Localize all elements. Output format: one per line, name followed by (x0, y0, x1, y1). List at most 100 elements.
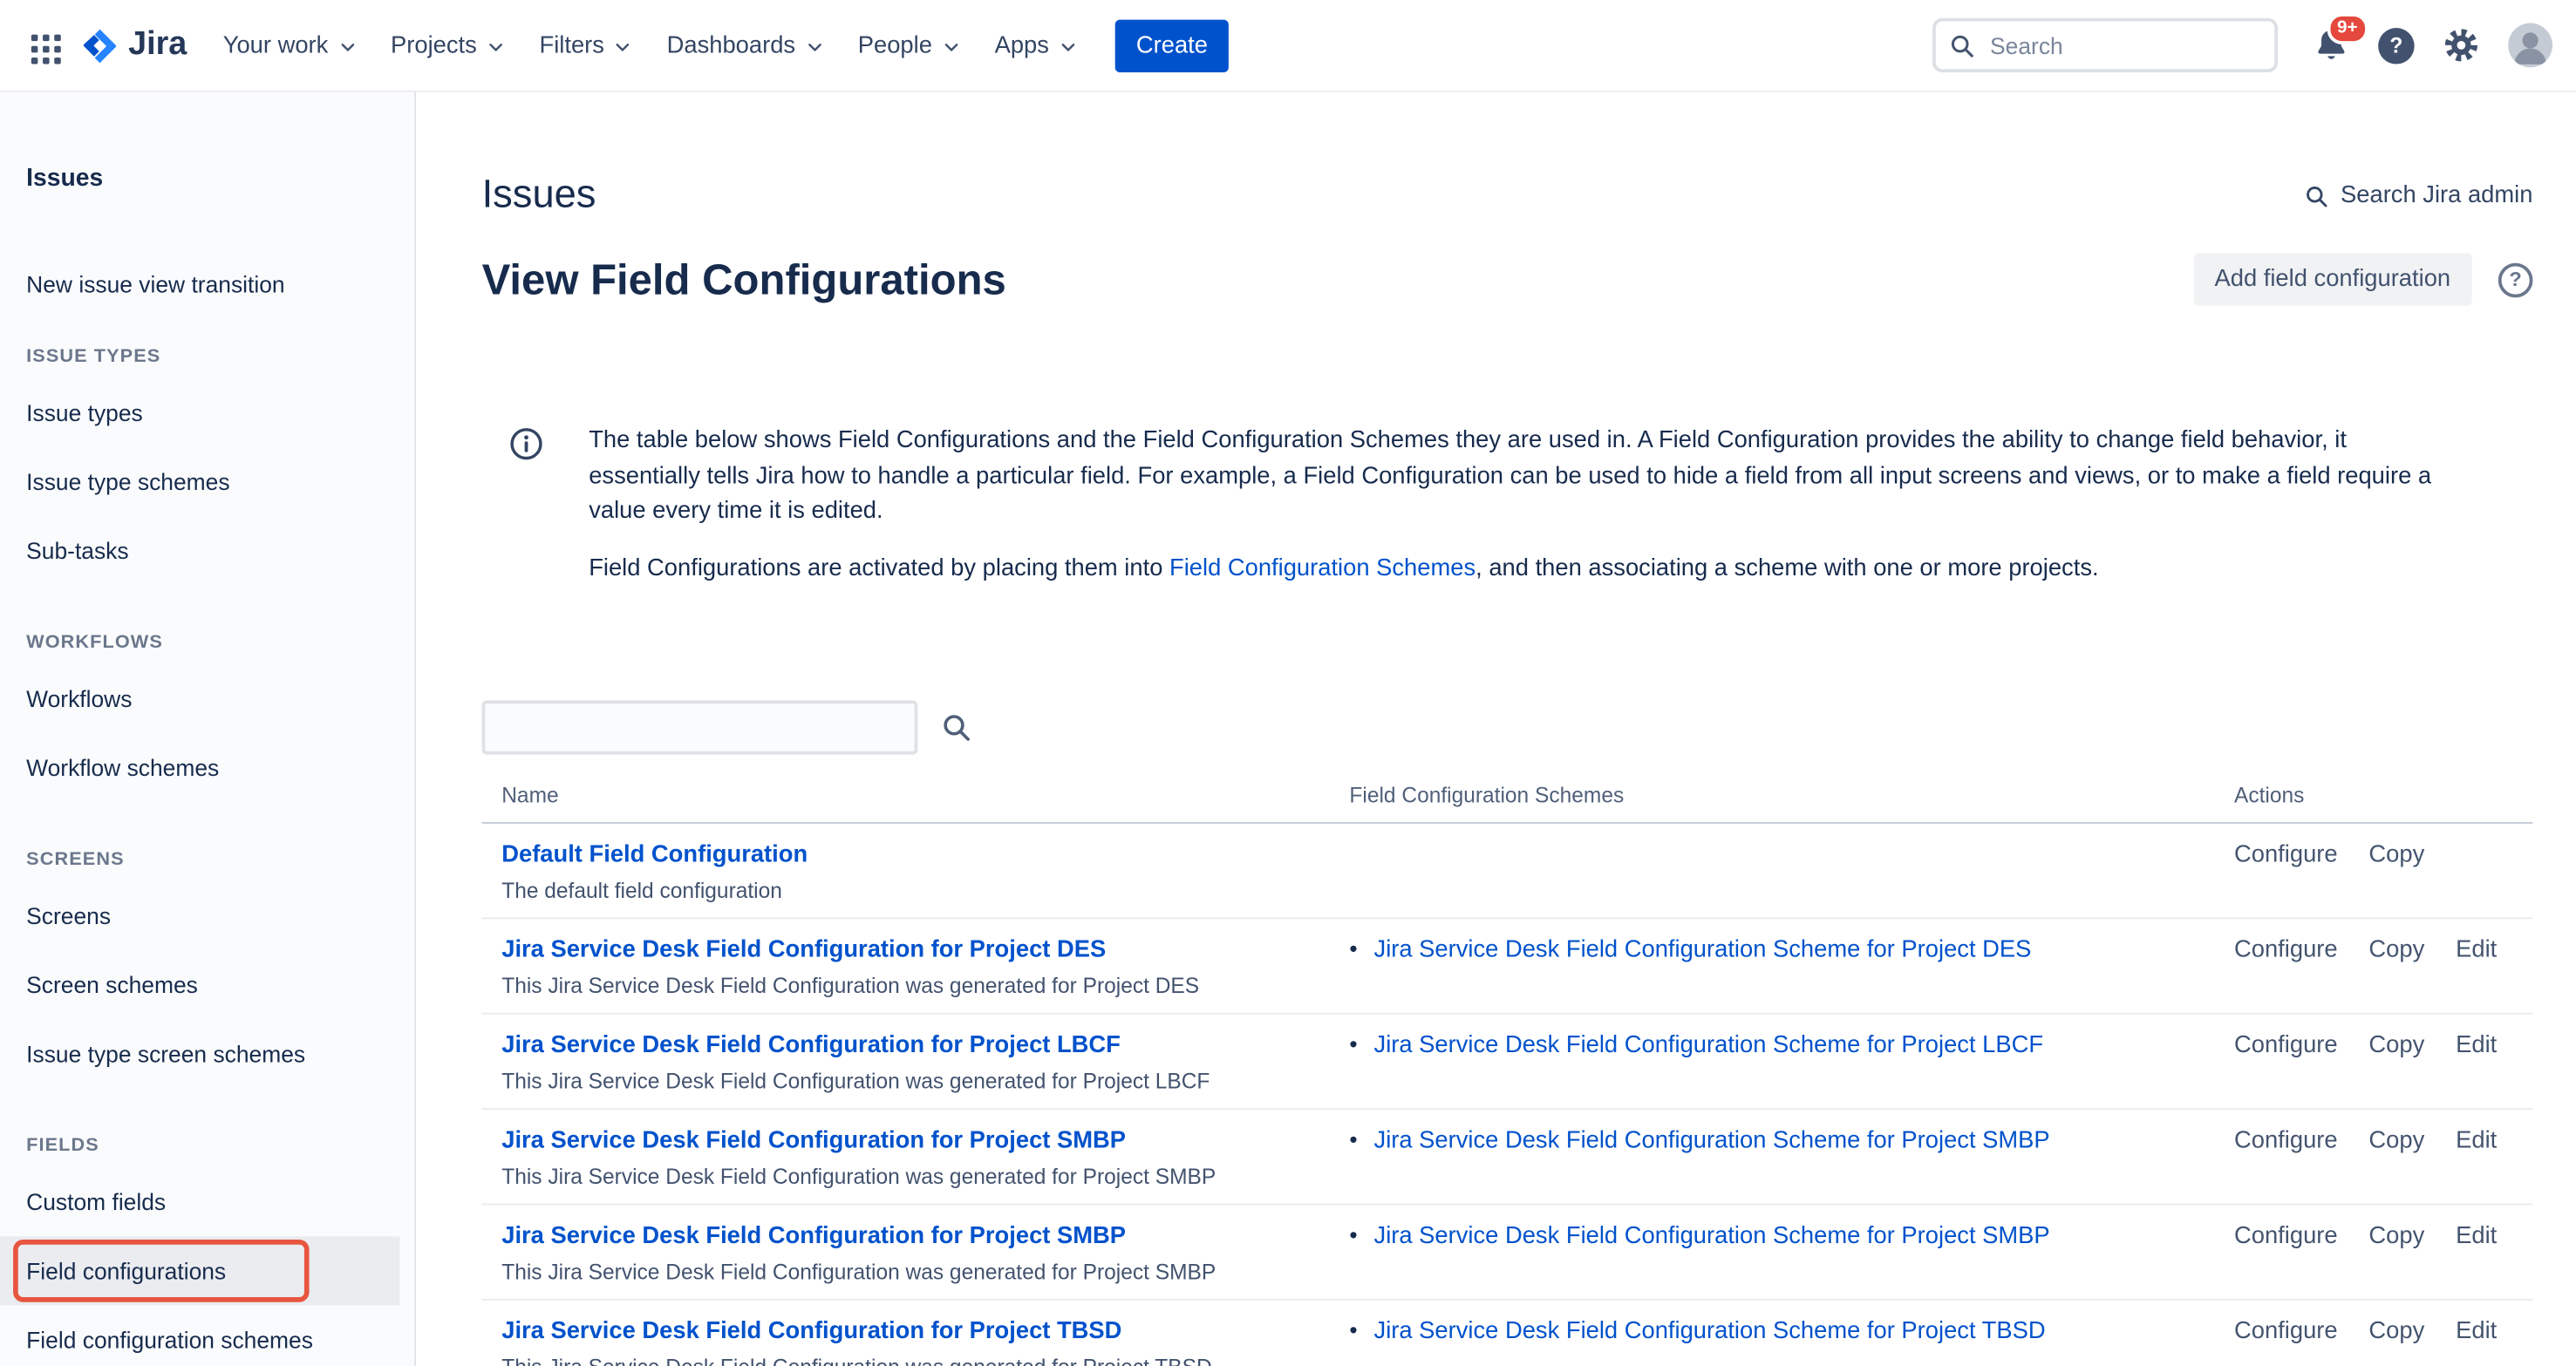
nav-apps[interactable]: Apps (978, 19, 1095, 71)
field-configuration-schemes-link[interactable]: Field Configuration Schemes (1169, 555, 1475, 581)
search-admin-label: Search Jira admin (2341, 182, 2532, 208)
help-button[interactable]: ? (2378, 27, 2414, 63)
configure-link[interactable]: Configure (2234, 1128, 2338, 1154)
edit-link[interactable]: Edit (2456, 1319, 2497, 1345)
copy-link[interactable]: Copy (2368, 1223, 2424, 1249)
nav-your-work[interactable]: Your work (207, 19, 374, 71)
field-configuration-description: This Jira Service Desk Field Configurati… (501, 974, 1349, 998)
scheme-item: •Jira Service Desk Field Configuration S… (1349, 1221, 2221, 1251)
sidebar-item-label: Screens (26, 902, 111, 928)
create-button[interactable]: Create (1114, 19, 1229, 71)
global-search-box[interactable] (1932, 18, 2278, 72)
section-title: Issues (482, 171, 596, 221)
nav-dashboards[interactable]: Dashboards (651, 19, 842, 71)
copy-link[interactable]: Copy (2368, 842, 2424, 868)
question-mark-icon: ? (2509, 268, 2521, 290)
scheme-link[interactable]: Jira Service Desk Field Configuration Sc… (1374, 1319, 2046, 1347)
filter-input[interactable] (482, 700, 918, 754)
sidebar-item-label: Custom fields (26, 1189, 166, 1215)
edit-link[interactable]: Edit (2456, 1032, 2497, 1058)
primary-navigation: Your workProjects Filters DashboardsPeople… (207, 19, 1095, 71)
sidebar-item-sub-tasks[interactable]: Sub-tasks (0, 516, 414, 585)
nav-filters[interactable]: Filters (523, 19, 651, 71)
sidebar-item-screen-schemes[interactable]: Screen schemes (0, 950, 414, 1019)
sidebar-item-custom-fields[interactable]: Custom fields (0, 1167, 414, 1236)
bullet-icon: • (1349, 1031, 1357, 1059)
page-help-button[interactable]: ? (2498, 262, 2533, 297)
column-header-name: Name (482, 772, 1350, 823)
configure-link[interactable]: Configure (2234, 842, 2338, 868)
sidebar-item-workflow-schemes[interactable]: Workflow schemes (0, 733, 414, 802)
sidebar-item-workflows[interactable]: Workflows (0, 664, 414, 733)
field-configuration-link[interactable]: Jira Service Desk Field Configuration fo… (501, 1223, 1126, 1249)
configure-link[interactable]: Configure (2234, 1223, 2338, 1249)
table-row: Default Field ConfigurationThe default f… (482, 823, 2533, 918)
jira-logo[interactable]: Jira (76, 25, 207, 65)
sidebar-item-issue-type-schemes[interactable]: Issue type schemes (0, 447, 414, 516)
sidebar-section-screens: SCREENSScreensScreen schemesIssue type s… (0, 848, 414, 1088)
sidebar-item-label: Field configurations (26, 1258, 226, 1284)
sidebar-item-field-configurations[interactable]: Field configurations (0, 1236, 399, 1305)
sidebar-item-issue-types[interactable]: Issue types (0, 378, 414, 447)
edit-link[interactable]: Edit (2456, 1128, 2497, 1154)
table-row: Jira Service Desk Field Configuration fo… (482, 1109, 2533, 1204)
scheme-link[interactable]: Jira Service Desk Field Configuration Sc… (1374, 1223, 2050, 1251)
notifications-button[interactable]: 9+ (2313, 26, 2350, 64)
scheme-link[interactable]: Jira Service Desk Field Configuration Sc… (1374, 1128, 2050, 1156)
copy-link[interactable]: Copy (2368, 1032, 2424, 1058)
jira-logo-text: Jira (128, 26, 187, 64)
field-configuration-link[interactable]: Jira Service Desk Field Configuration fo… (501, 1319, 1121, 1345)
sidebar-item-field-configuration-schemes[interactable]: Field configuration schemes (0, 1305, 414, 1366)
table-row: Jira Service Desk Field Configuration fo… (482, 1014, 2533, 1109)
admin-sidebar: Issues New issue view transition ISSUE T… (0, 92, 416, 1366)
info-paragraph-2-suffix: , and then associating a scheme with one… (1475, 555, 2098, 581)
sidebar-item-label: Issue types (26, 399, 143, 425)
field-configuration-link[interactable]: Jira Service Desk Field Configuration fo… (501, 1128, 1126, 1154)
notifications-badge: 9+ (2327, 13, 2368, 44)
sidebar-item-issue-type-screen-schemes[interactable]: Issue type screen schemes (0, 1019, 414, 1088)
chevron-down-icon (1057, 36, 1079, 58)
info-paragraph-2: Field Configurations are activated by pl… (589, 552, 2454, 588)
sidebar-item-screens[interactable]: Screens (0, 881, 414, 950)
configure-link[interactable]: Configure (2234, 1319, 2338, 1345)
search-jira-admin-link[interactable]: Search Jira admin (2305, 182, 2533, 208)
page: Jira Your workProjects Filters DashboardsP… (0, 0, 2575, 1366)
chevron-down-icon (940, 36, 962, 58)
info-text-block: The table below shows Field Configuratio… (589, 425, 2454, 608)
nav-people[interactable]: People (842, 19, 978, 71)
sidebar-item-label: Screen schemes (26, 972, 198, 998)
help-icon: ? (2378, 27, 2414, 63)
copy-link[interactable]: Copy (2368, 1128, 2424, 1154)
bullet-icon: • (1349, 1126, 1357, 1154)
bullet-icon: • (1349, 1317, 1357, 1345)
scheme-link[interactable]: Jira Service Desk Field Configuration Sc… (1374, 1032, 2044, 1060)
configure-link[interactable]: Configure (2234, 1032, 2338, 1058)
global-search-input[interactable] (1987, 31, 2261, 60)
info-paragraph-1: The table below shows Field Configuratio… (589, 425, 2454, 531)
nav-item-label: Apps (995, 32, 1049, 58)
edit-link[interactable]: Edit (2456, 937, 2497, 963)
filter-search-button[interactable] (937, 709, 975, 746)
settings-button[interactable] (2443, 26, 2480, 64)
add-field-configuration-button[interactable]: Add field configuration (2193, 253, 2472, 305)
sidebar-item-new-issue-view-transition[interactable]: New issue view transition (0, 269, 414, 299)
search-admin-icon (2305, 183, 2329, 207)
edit-link[interactable]: Edit (2456, 1223, 2497, 1249)
field-configurations-table: Name Field Configuration Schemes Actions… (482, 772, 2533, 1366)
filter-row (482, 700, 2533, 754)
scheme-link[interactable]: Jira Service Desk Field Configuration Sc… (1374, 937, 2032, 965)
configure-link[interactable]: Configure (2234, 937, 2338, 963)
info-paragraph-2-prefix: Field Configurations are activated by pl… (589, 555, 1169, 581)
app-switcher-button[interactable] (23, 22, 75, 68)
info-icon (508, 425, 544, 608)
field-configuration-link[interactable]: Jira Service Desk Field Configuration fo… (501, 1032, 1121, 1058)
scheme-item: • Jira Service Desk Field Configuration S… (1349, 1317, 2221, 1347)
field-configuration-link[interactable]: Default Field Configuration (501, 842, 808, 868)
copy-link[interactable]: Copy (2368, 1319, 2424, 1345)
field-configuration-link[interactable]: Jira Service Desk Field Configuration fo… (501, 937, 1106, 963)
nav-projects[interactable]: Projects (374, 19, 522, 71)
nav-item-label: Filters (539, 32, 603, 58)
scheme-item: • Jira Service Desk Field Configuration S… (1349, 1031, 2221, 1061)
copy-link[interactable]: Copy (2368, 937, 2424, 963)
user-avatar[interactable] (2508, 23, 2552, 67)
